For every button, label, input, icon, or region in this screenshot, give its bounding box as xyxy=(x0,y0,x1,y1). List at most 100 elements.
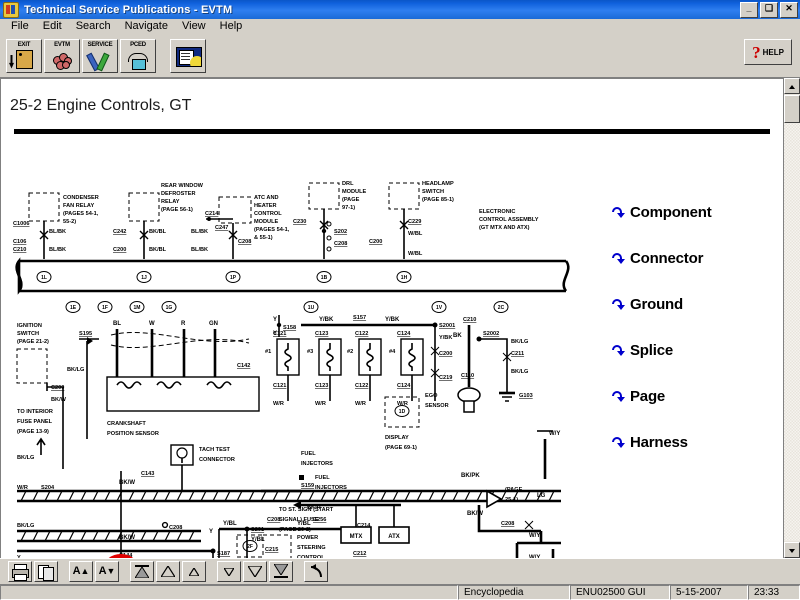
svg-text:(PAGE 21-2): (PAGE 21-2) xyxy=(17,339,49,345)
legend-item-component[interactable]: Component xyxy=(610,189,775,235)
svg-text:S158: S158 xyxy=(283,325,296,331)
svg-text:C1006: C1006 xyxy=(13,221,29,227)
vertical-scrollbar[interactable] xyxy=(783,78,800,558)
svg-text:(GT MTX AND ATX): (GT MTX AND ATX) xyxy=(479,225,530,231)
close-button[interactable]: ✕ xyxy=(780,1,798,18)
scroll-up-button[interactable] xyxy=(784,78,800,94)
text-smaller-button[interactable]: A ▼ xyxy=(95,561,119,582)
svg-text:SENSOR: SENSOR xyxy=(425,403,449,409)
notes-button[interactable] xyxy=(170,38,206,73)
service-button[interactable]: SERVICE xyxy=(82,38,118,73)
prev-section-button[interactable] xyxy=(156,561,180,582)
svg-text:Y/BL: Y/BL xyxy=(297,521,311,527)
svg-text:IGNITION: IGNITION xyxy=(17,323,42,329)
wy-upper-right: W/Y xyxy=(537,430,560,479)
help-button-label: HELP xyxy=(762,47,784,57)
svg-text:C215: C215 xyxy=(265,547,278,553)
svg-text:97-1): 97-1) xyxy=(342,205,355,211)
legend-label: Splice xyxy=(630,341,673,359)
svg-text:BK/W: BK/W xyxy=(51,397,67,403)
svg-text:S2002: S2002 xyxy=(483,331,499,337)
next-page-button[interactable] xyxy=(217,561,241,582)
font-decrease-icon: A ▼ xyxy=(98,565,116,577)
text-larger-button[interactable]: A ▲ xyxy=(69,561,93,582)
next-section-button[interactable] xyxy=(243,561,267,582)
svg-text:ATC AND: ATC AND xyxy=(254,195,279,201)
pced-button[interactable]: PCED xyxy=(120,38,156,73)
minimize-button[interactable]: _ xyxy=(740,1,758,18)
svg-text:INJECTORS: INJECTORS xyxy=(315,485,347,491)
legend-item-connector[interactable]: Connector xyxy=(610,235,775,281)
svg-text:#3: #3 xyxy=(307,349,313,355)
display-block: 1D DISPLAY (PAGE 69-1) xyxy=(384,396,420,451)
maximize-button[interactable]: ❑ xyxy=(760,1,778,18)
copy-button[interactable] xyxy=(34,561,58,582)
menu-item-file[interactable]: File xyxy=(4,19,36,34)
svg-text:C219: C219 xyxy=(439,375,452,381)
prev-page-button[interactable] xyxy=(182,561,206,582)
svg-text:1U: 1U xyxy=(308,305,315,311)
scrollbar-track[interactable] xyxy=(784,123,800,541)
legend-item-page[interactable]: Page xyxy=(610,373,775,419)
scrollbar-thumb[interactable] xyxy=(784,95,800,123)
wiring-diagram[interactable]: .t{font-family:"Liberation Sans",sans-se… xyxy=(1,139,621,558)
pin-markers-row-2: 1E 1F 1M 1G 1U 1V 2C xyxy=(65,301,509,313)
scroll-down-button[interactable] xyxy=(784,542,800,558)
svg-text:TO INTERIOR: TO INTERIOR xyxy=(17,409,53,415)
exit-button[interactable]: EXIT xyxy=(6,38,42,73)
document-area: 25-2 Engine Controls, GT Component Conne… xyxy=(0,78,800,558)
legend-item-harness[interactable]: Harness xyxy=(610,419,775,465)
legend-item-ground[interactable]: Ground xyxy=(610,281,775,327)
svg-text:BK/LG: BK/LG xyxy=(511,369,528,375)
svg-text:55-2): 55-2) xyxy=(63,219,76,225)
svg-text:C142: C142 xyxy=(237,363,250,369)
evtm-button[interactable]: EVTM xyxy=(44,38,80,73)
svg-text:W/R: W/R xyxy=(355,401,366,407)
svg-text:W/BL: W/BL xyxy=(408,231,423,237)
lower-left-labels: W/R S204 BK/LG Y BK/W BK/W C144 C208 Y Y… xyxy=(17,471,230,558)
svg-text:MTX: MTX xyxy=(350,534,363,540)
splice-s195: S195 xyxy=(79,331,99,439)
svg-text:Y: Y xyxy=(273,317,277,323)
main-toolbar: EXIT EVTM SERVICE PCED ? HELP xyxy=(0,34,800,78)
svg-text:MODULE: MODULE xyxy=(342,189,367,195)
svg-text:1M: 1M xyxy=(134,305,141,311)
svg-text:REAR WINDOW: REAR WINDOW xyxy=(161,183,204,189)
svg-text:W/Y: W/Y xyxy=(529,555,540,558)
last-page-button[interactable] xyxy=(269,561,293,582)
notes-page-icon xyxy=(171,46,205,68)
help-button[interactable]: ? HELP xyxy=(744,39,792,65)
menu-item-edit[interactable]: Edit xyxy=(36,19,69,34)
svg-text:BK/LG: BK/LG xyxy=(17,523,34,529)
svg-text:CONDENSER: CONDENSER xyxy=(63,195,99,201)
svg-text:1G: 1G xyxy=(166,305,173,311)
ground-g103-right: BK/LG C211 BK/LG G103 xyxy=(479,338,533,402)
window-title: Technical Service Publications - EVTM xyxy=(24,3,233,16)
svg-text:INJECTORS: INJECTORS xyxy=(301,461,333,467)
svg-text:BK: BK xyxy=(453,333,462,339)
print-button[interactable] xyxy=(8,561,32,582)
ego-sensor: C210 BK S2002 C110 EGO SENSOR xyxy=(425,317,499,413)
menu-item-help[interactable]: Help xyxy=(213,19,250,34)
svg-text:SWITCH: SWITCH xyxy=(422,189,444,195)
svg-text:1D: 1D xyxy=(399,409,406,415)
svg-text:TACH TEST: TACH TEST xyxy=(199,447,231,453)
back-button[interactable] xyxy=(304,561,328,582)
svg-text:G103: G103 xyxy=(519,393,533,399)
svg-text:S157: S157 xyxy=(353,315,366,321)
menu-item-search[interactable]: Search xyxy=(69,19,118,34)
wrench-screwdriver-icon xyxy=(83,51,117,71)
first-page-button[interactable] xyxy=(130,561,154,582)
svg-text:C208: C208 xyxy=(238,239,251,245)
navigation-toolbar: A ▲ A ▼ xyxy=(0,558,800,584)
menu-item-view[interactable]: View xyxy=(175,19,213,34)
crank-wire-labels: BL W R GN xyxy=(113,321,218,327)
svg-text:BK/W: BK/W xyxy=(467,511,483,517)
status-document-id: ENU02500 GUI xyxy=(570,585,670,600)
svg-text:CONTROL: CONTROL xyxy=(297,555,325,558)
svg-text:C208: C208 xyxy=(267,517,280,523)
tach-test-connector: TACH TEST CONNECTOR C143 xyxy=(141,444,235,491)
menu-item-navigate[interactable]: Navigate xyxy=(118,19,175,34)
legend-item-splice[interactable]: Splice xyxy=(610,327,775,373)
svg-text:BL/BK: BL/BK xyxy=(49,247,66,253)
